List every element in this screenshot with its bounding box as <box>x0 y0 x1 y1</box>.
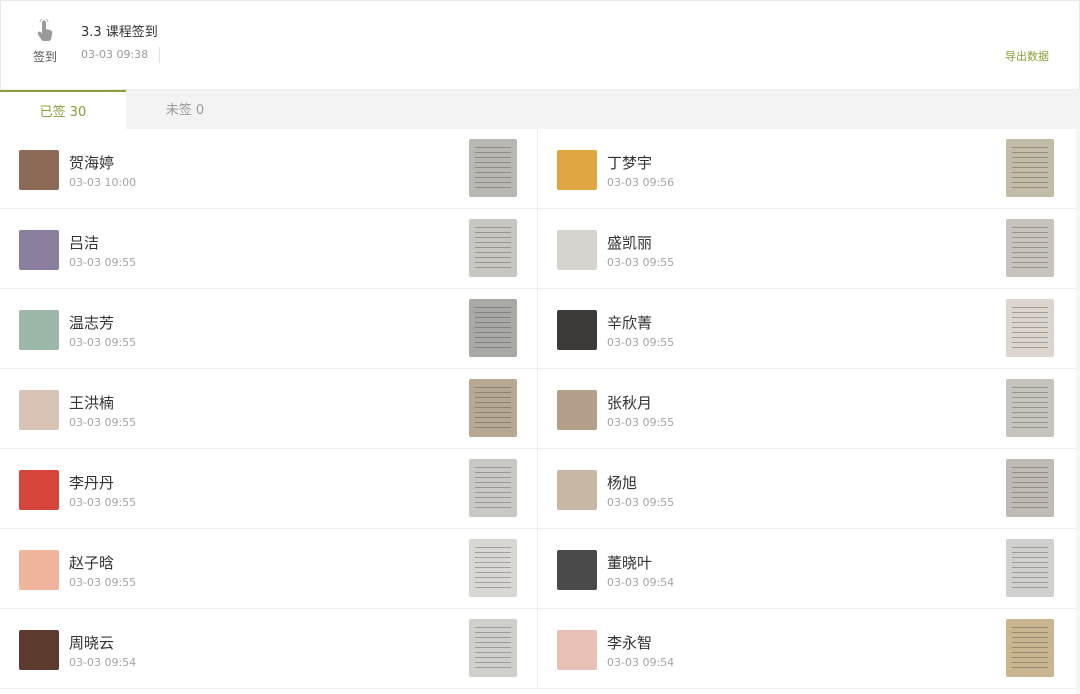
student-name: 董晓叶 <box>607 554 653 572</box>
checkin-header: 签到 3.3 课程签到 03-03 09:38 导出数据 <box>0 0 1080 90</box>
signin-column-right: 丁梦宇 03-03 09:56 盛凯丽 03-03 09:55 辛欣菁 03-0… <box>538 129 1076 689</box>
list-item[interactable]: 周晓云 03-03 09:54 <box>0 609 537 689</box>
avatar <box>19 630 59 670</box>
checkin-activity-icon: 签到 <box>25 19 65 69</box>
avatar <box>19 230 59 270</box>
signin-time: 03-03 09:54 <box>69 656 137 669</box>
signin-time: 03-03 09:55 <box>69 496 137 509</box>
signin-photo[interactable] <box>469 299 517 357</box>
signin-time: 03-03 09:55 <box>69 336 137 349</box>
signin-photo[interactable] <box>1006 299 1054 357</box>
student-name: 李丹丹 <box>69 474 115 492</box>
signin-photo[interactable] <box>1006 619 1054 677</box>
student-name: 王洪楠 <box>69 394 115 412</box>
list-item[interactable]: 李永智 03-03 09:54 <box>538 609 1076 689</box>
list-item[interactable]: 李丹丹 03-03 09:55 <box>0 449 537 529</box>
avatar <box>557 390 597 430</box>
activity-time: 03-03 09:38 <box>81 48 149 61</box>
student-name: 李永智 <box>607 634 653 652</box>
signin-time: 03-03 09:55 <box>69 256 137 269</box>
signin-time: 03-03 09:56 <box>607 176 675 189</box>
signin-photo[interactable] <box>469 539 517 597</box>
signin-time: 03-03 09:55 <box>607 256 675 269</box>
avatar <box>557 470 597 510</box>
list-item[interactable]: 丁梦宇 03-03 09:56 <box>538 129 1076 209</box>
signin-photo[interactable] <box>469 619 517 677</box>
student-name: 盛凯丽 <box>607 234 653 252</box>
hand-pointer-icon <box>37 19 53 41</box>
list-item[interactable]: 贺海婷 03-03 10:00 <box>0 129 537 209</box>
signin-list: 贺海婷 03-03 10:00 吕洁 03-03 09:55 温志芳 03-03… <box>0 129 1076 694</box>
list-item[interactable]: 董晓叶 03-03 09:54 <box>538 529 1076 609</box>
signin-time: 03-03 09:55 <box>607 336 675 349</box>
avatar <box>19 550 59 590</box>
avatar <box>557 630 597 670</box>
list-item[interactable]: 张秋月 03-03 09:55 <box>538 369 1076 449</box>
avatar <box>19 390 59 430</box>
list-item[interactable]: 吕洁 03-03 09:55 <box>0 209 537 289</box>
signin-photo[interactable] <box>1006 459 1054 517</box>
list-item[interactable]: 赵子晗 03-03 09:55 <box>0 529 537 609</box>
activity-title: 3.3 课程签到 <box>81 25 158 40</box>
student-name: 贺海婷 <box>69 154 115 172</box>
list-item[interactable]: 盛凯丽 03-03 09:55 <box>538 209 1076 289</box>
avatar <box>19 150 59 190</box>
student-name: 温志芳 <box>69 314 115 332</box>
signin-column-left: 贺海婷 03-03 10:00 吕洁 03-03 09:55 温志芳 03-03… <box>0 129 538 689</box>
tab-unsigned[interactable]: 未签 0 <box>130 90 240 129</box>
tab-bar: 已签 30 未签 0 <box>0 90 1080 129</box>
signin-time: 03-03 09:55 <box>607 416 675 429</box>
list-item[interactable]: 王洪楠 03-03 09:55 <box>0 369 537 449</box>
student-name: 张秋月 <box>607 394 653 412</box>
signin-photo[interactable] <box>469 459 517 517</box>
student-name: 杨旭 <box>607 474 638 492</box>
signin-time: 03-03 09:55 <box>69 416 137 429</box>
student-name: 赵子晗 <box>69 554 115 572</box>
student-name: 辛欣菁 <box>607 314 653 332</box>
avatar <box>19 470 59 510</box>
checkin-label: 签到 <box>32 50 57 64</box>
signin-time: 03-03 09:55 <box>607 496 675 509</box>
signin-photo[interactable] <box>469 379 517 437</box>
signin-photo[interactable] <box>1006 379 1054 437</box>
student-name: 周晓云 <box>69 634 115 652</box>
student-name: 丁梦宇 <box>607 154 653 172</box>
list-item[interactable]: 杨旭 03-03 09:55 <box>538 449 1076 529</box>
export-data-link[interactable]: 导出数据 <box>1005 48 1049 64</box>
signin-time: 03-03 10:00 <box>69 176 137 189</box>
avatar <box>557 230 597 270</box>
avatar <box>557 150 597 190</box>
signin-photo[interactable] <box>469 139 517 197</box>
signin-photo[interactable] <box>469 219 517 277</box>
signin-time: 03-03 09:54 <box>607 656 675 669</box>
divider <box>159 47 160 63</box>
list-item[interactable]: 辛欣菁 03-03 09:55 <box>538 289 1076 369</box>
signin-time: 03-03 09:54 <box>607 576 675 589</box>
signin-time: 03-03 09:55 <box>69 576 137 589</box>
tab-signed[interactable]: 已签 30 <box>0 90 126 129</box>
avatar <box>19 310 59 350</box>
avatar <box>557 550 597 590</box>
signin-photo[interactable] <box>1006 539 1054 597</box>
signin-photo[interactable] <box>1006 139 1054 197</box>
avatar <box>557 310 597 350</box>
student-name: 吕洁 <box>69 234 100 252</box>
list-item[interactable]: 温志芳 03-03 09:55 <box>0 289 537 369</box>
signin-photo[interactable] <box>1006 219 1054 277</box>
